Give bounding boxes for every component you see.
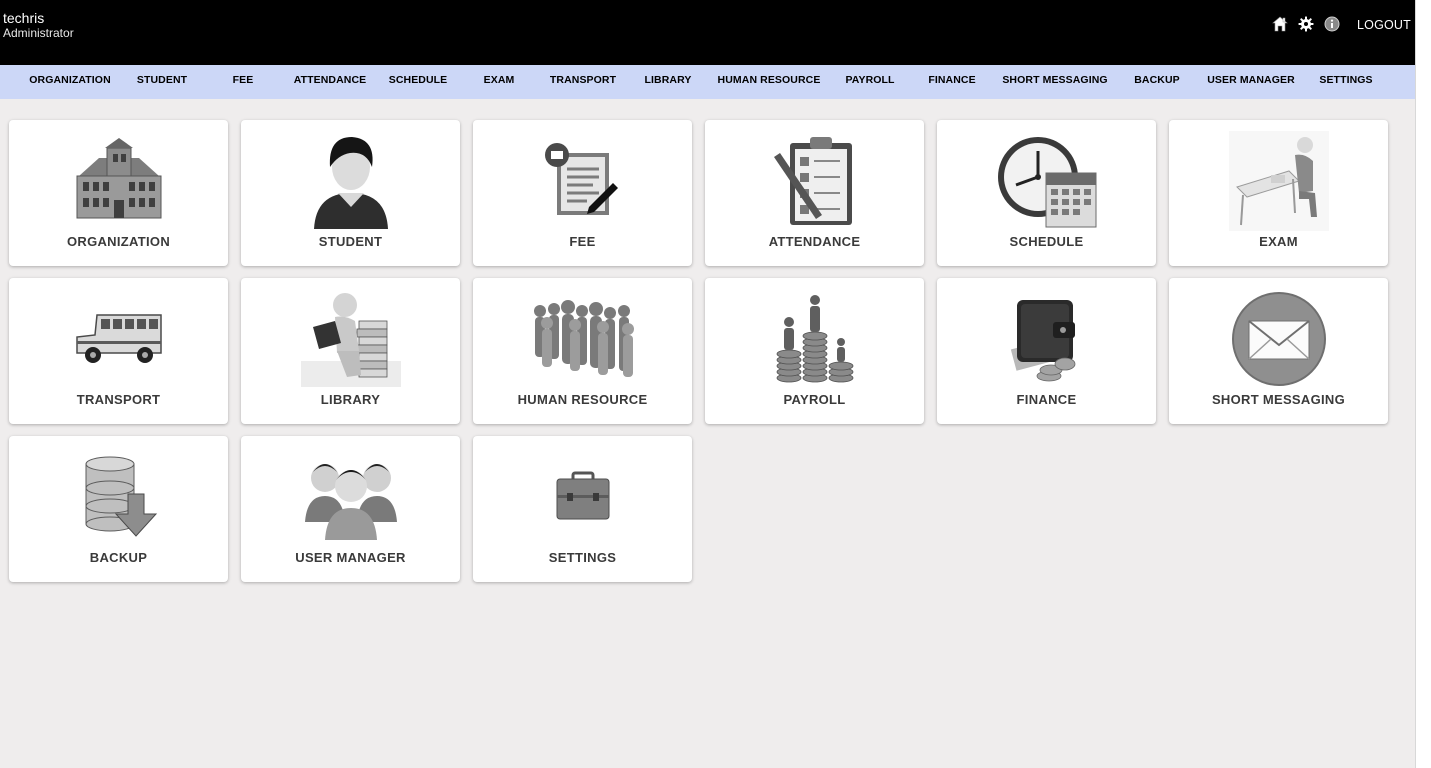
tile-label: USER MANAGER	[295, 550, 406, 565]
tile-label: SCHEDULE	[1009, 234, 1084, 249]
logout-link[interactable]: LOGOUT	[1357, 18, 1411, 32]
tile-payroll[interactable]: PAYROLL	[705, 278, 924, 424]
tile-label: TRANSPORT	[76, 392, 161, 407]
tile-short-messaging[interactable]: SHORT MESSAGING	[1169, 278, 1388, 424]
tile-student[interactable]: STUDENT	[241, 120, 460, 266]
database-download-icon	[64, 444, 174, 549]
home-icon[interactable]	[1272, 16, 1288, 32]
top-header-bar: techris Administrator LOGOUT	[0, 0, 1415, 65]
nav-item-human-resource[interactable]: HUMAN RESOURCE	[718, 65, 821, 99]
reading-books-icon	[296, 286, 406, 391]
tile-organization[interactable]: ORGANIZATION	[9, 120, 228, 266]
coin-stacks-icon	[760, 286, 870, 391]
main-nav-bar: ORGANIZATION STUDENT FEE ATTENDANCE SCHE…	[0, 65, 1415, 99]
nav-item-transport[interactable]: TRANSPORT	[550, 65, 616, 99]
nav-item-student[interactable]: STUDENT	[137, 65, 187, 99]
clipboard-icon	[760, 128, 870, 233]
tile-label: SHORT MESSAGING	[1211, 392, 1346, 407]
tile-finance[interactable]: FINANCE	[937, 278, 1156, 424]
user-group-icon	[296, 444, 406, 549]
gear-icon[interactable]	[1298, 16, 1314, 32]
tile-label: PAYROLL	[783, 392, 846, 407]
tile-human-resource[interactable]: HUMAN RESOURCE	[473, 278, 692, 424]
exam-desk-icon	[1224, 128, 1334, 233]
nav-item-exam[interactable]: EXAM	[484, 65, 515, 99]
nav-item-fee[interactable]: FEE	[233, 65, 254, 99]
info-icon[interactable]	[1324, 16, 1340, 32]
tile-label: STUDENT	[318, 234, 383, 249]
tile-schedule[interactable]: SCHEDULE	[937, 120, 1156, 266]
student-avatar-icon	[296, 128, 406, 233]
building-icon	[64, 128, 174, 233]
tile-label: FINANCE	[1016, 392, 1077, 407]
nav-item-user-manager[interactable]: USER MANAGER	[1207, 65, 1295, 99]
fee-invoice-icon	[528, 128, 638, 233]
tile-exam[interactable]: EXAM	[1169, 120, 1388, 266]
tile-label: HUMAN RESOURCE	[517, 392, 648, 407]
nav-item-organization[interactable]: ORGANIZATION	[29, 65, 111, 99]
nav-item-short-messaging[interactable]: SHORT MESSAGING	[1002, 65, 1107, 99]
nav-item-finance[interactable]: FINANCE	[928, 65, 975, 99]
tile-label: FEE	[569, 234, 596, 249]
tile-label: EXAM	[1259, 234, 1298, 249]
envelope-icon	[1224, 286, 1334, 391]
tile-attendance[interactable]: ATTENDANCE	[705, 120, 924, 266]
tile-library[interactable]: LIBRARY	[241, 278, 460, 424]
tile-label: LIBRARY	[320, 392, 381, 407]
nav-item-schedule[interactable]: SCHEDULE	[389, 65, 448, 99]
nav-item-payroll[interactable]: PAYROLL	[845, 65, 894, 99]
tile-backup[interactable]: BACKUP	[9, 436, 228, 582]
nav-item-settings[interactable]: SETTINGS	[1319, 65, 1372, 99]
tile-label: SETTINGS	[548, 550, 617, 565]
tile-label: ATTENDANCE	[768, 234, 861, 249]
nav-item-backup[interactable]: BACKUP	[1134, 65, 1180, 99]
wallet-icon	[992, 286, 1102, 391]
tile-fee[interactable]: FEE	[473, 120, 692, 266]
briefcase-icon	[528, 444, 638, 549]
user-role: Administrator	[3, 26, 74, 40]
vertical-scrollbar[interactable]	[1415, 0, 1431, 768]
people-crowd-icon	[528, 286, 638, 391]
tile-label: BACKUP	[89, 550, 148, 565]
user-name: techris	[3, 10, 45, 26]
school-bus-icon	[64, 286, 174, 391]
nav-item-attendance[interactable]: ATTENDANCE	[294, 65, 367, 99]
nav-item-library[interactable]: LIBRARY	[645, 65, 692, 99]
tile-label: ORGANIZATION	[66, 234, 171, 249]
tile-transport[interactable]: TRANSPORT	[9, 278, 228, 424]
tile-user-manager[interactable]: USER MANAGER	[241, 436, 460, 582]
tile-settings[interactable]: SETTINGS	[473, 436, 692, 582]
clock-calendar-icon	[992, 128, 1102, 233]
